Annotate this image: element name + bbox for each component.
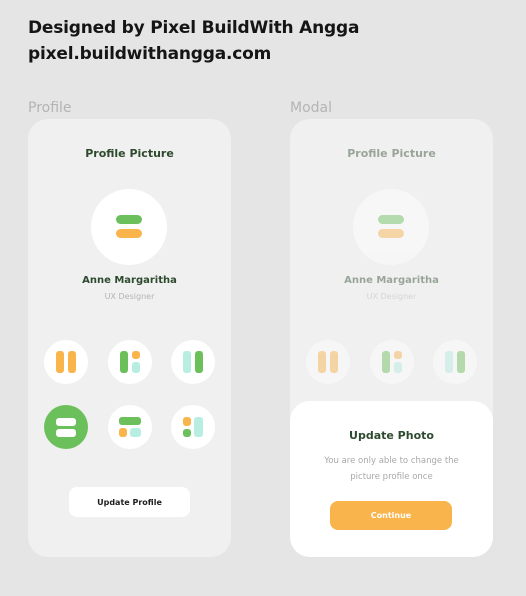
section-label-profile: Profile <box>28 100 72 116</box>
avatar-option-green-orange-mint-tiles <box>370 340 414 384</box>
designer-credit: Designed by Pixel BuildWith Angga pixel.… <box>28 15 359 67</box>
avatar-option-green-white-bars[interactable] <box>44 405 88 449</box>
modal-message: You are only able to change the picture … <box>324 456 459 482</box>
avatar-option-orange-green-mint-split[interactable] <box>171 405 215 449</box>
avatar-option-green-orange-mint-rows[interactable] <box>108 405 152 449</box>
avatar-bar-orange <box>378 229 404 238</box>
avatar-bar-orange <box>116 229 142 238</box>
avatar <box>353 189 429 265</box>
user-role: UX Designer <box>366 292 417 301</box>
user-role: UX Designer <box>104 292 155 301</box>
credit-line-1: Designed by Pixel BuildWith Angga <box>28 18 360 38</box>
avatar-option-mint-pillars <box>433 340 477 384</box>
user-name: Anne Margaritha <box>82 275 177 286</box>
avatar-bar-green <box>378 215 404 224</box>
section-label-modal: Modal <box>290 100 332 116</box>
profile-screen: Profile Picture Anne Margaritha UX Desig… <box>28 119 231 557</box>
modal-title: Update Photo <box>349 429 434 442</box>
page-title: Profile Picture <box>347 147 436 160</box>
page-title: Profile Picture <box>85 147 174 160</box>
update-photo-modal: Update Photo You are only able to change… <box>290 401 493 557</box>
continue-button[interactable]: Continue <box>330 501 452 530</box>
update-profile-button[interactable]: Update Profile <box>69 487 190 517</box>
avatar-bar-green <box>116 215 142 224</box>
modal-screen: Profile Picture Anne Margaritha UX Desig… <box>290 119 493 557</box>
avatar-option-orange-pillars <box>306 340 350 384</box>
avatar-option-orange-pillars[interactable] <box>44 340 88 384</box>
avatar-option-green-orange-mint-tiles[interactable] <box>108 340 152 384</box>
credit-line-2: pixel.buildwithangga.com <box>28 44 272 64</box>
avatar-option-mint-pillars[interactable] <box>171 340 215 384</box>
user-name: Anne Margaritha <box>344 275 439 286</box>
avatar <box>91 189 167 265</box>
